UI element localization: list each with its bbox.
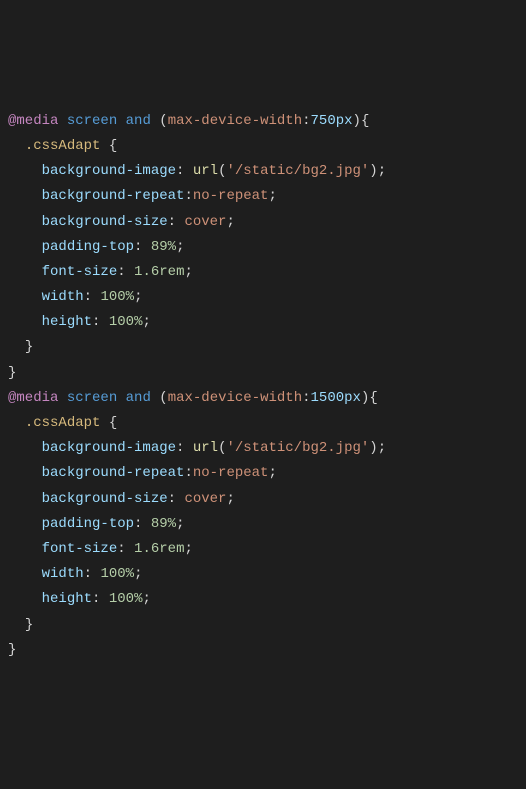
brace-open: { [369,390,377,406]
code-editor[interactable]: @media screen and (max-device-width:750p… [8,109,526,663]
css-number: 100 [100,566,125,582]
css-selector: .cssAdapt [25,415,101,431]
code-line: background-repeat:no-repeat; [8,188,277,204]
css-value: cover [184,214,226,230]
css-number: 1.6 [134,541,159,557]
code-line: } [8,642,16,658]
css-property: background-size [42,214,168,230]
css-number: 89 [151,239,168,255]
code-line: background-size: cover; [8,491,235,507]
css-property: width [42,566,84,582]
code-line: width: 100%; [8,289,142,305]
css-unit: % [168,516,176,532]
media-feature-value: 750px [311,113,353,129]
css-number: 89 [151,516,168,532]
css-property: background-image [42,440,176,456]
css-unit: % [126,289,134,305]
brace-open: { [361,113,369,129]
css-property: background-repeat [42,188,185,204]
code-line: .cssAdapt { [8,138,117,154]
css-value: cover [184,491,226,507]
code-line: background-size: cover; [8,214,235,230]
media-type: screen [67,390,117,406]
css-value: no-repeat [193,188,269,204]
code-line: @media screen and (max-device-width:1500… [8,390,378,406]
code-line: background-image: url('/static/bg2.jpg')… [8,440,386,456]
css-function: url [193,440,218,456]
css-unit: rem [159,264,184,280]
code-line: } [8,365,16,381]
css-number: 100 [100,289,125,305]
css-property: padding-top [42,516,134,532]
css-string: '/static/bg2.jpg' [226,163,369,179]
brace-close: } [25,339,33,355]
brace-open: { [109,415,117,431]
paren-open: ( [159,390,167,406]
code-line: font-size: 1.6rem; [8,264,193,280]
code-line: background-image: url('/static/bg2.jpg')… [8,163,386,179]
css-unit: rem [159,541,184,557]
code-line: padding-top: 89%; [8,239,184,255]
css-number: 1.6 [134,264,159,280]
css-unit: % [168,239,176,255]
css-property: font-size [42,541,118,557]
code-line: font-size: 1.6rem; [8,541,193,557]
css-property: background-size [42,491,168,507]
code-line: width: 100%; [8,566,142,582]
brace-close: } [8,365,16,381]
code-line: @media screen and (max-device-width:750p… [8,113,369,129]
css-function: url [193,163,218,179]
code-line: height: 100%; [8,314,151,330]
and-keyword: and [126,113,151,129]
brace-close: } [8,642,16,658]
css-unit: % [134,591,142,607]
media-feature: max-device-width [168,390,302,406]
css-number: 100 [109,591,134,607]
paren-close: ) [353,113,361,129]
css-number: 100 [109,314,134,330]
css-property: background-repeat [42,465,185,481]
css-string: '/static/bg2.jpg' [226,440,369,456]
brace-close: } [25,617,33,633]
at-rule-keyword: @media [8,113,58,129]
code-line: padding-top: 89%; [8,516,184,532]
code-line: background-repeat:no-repeat; [8,465,277,481]
media-type: screen [67,113,117,129]
css-property: padding-top [42,239,134,255]
and-keyword: and [126,390,151,406]
paren-open: ( [159,113,167,129]
code-line: height: 100%; [8,591,151,607]
media-feature: max-device-width [168,113,302,129]
css-property: width [42,289,84,305]
css-unit: % [126,566,134,582]
media-feature-value: 1500px [311,390,361,406]
css-selector: .cssAdapt [25,138,101,154]
css-property: background-image [42,163,176,179]
css-property: height [42,314,92,330]
at-rule-keyword: @media [8,390,58,406]
code-line: .cssAdapt { [8,415,117,431]
css-property: height [42,591,92,607]
brace-open: { [109,138,117,154]
css-property: font-size [42,264,118,280]
css-value: no-repeat [193,465,269,481]
code-line: } [8,617,33,633]
code-line: } [8,339,33,355]
